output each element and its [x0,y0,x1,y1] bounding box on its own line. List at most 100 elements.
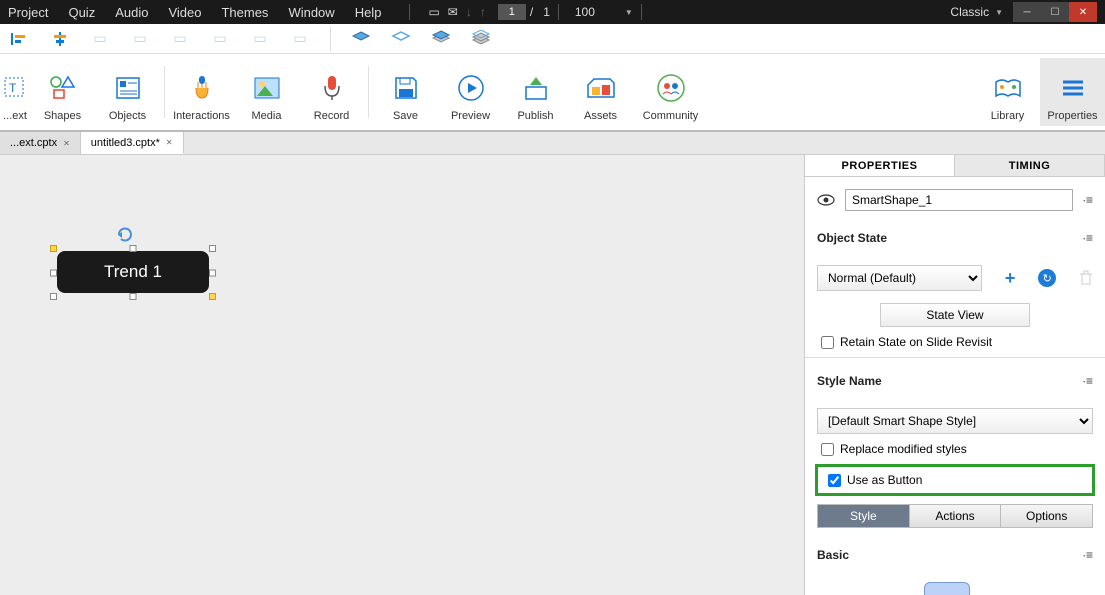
fill-swatch[interactable] [924,582,970,595]
menu-icon[interactable]: ∙≡ [1083,231,1093,245]
zoom-dropdown-icon[interactable]: ▼ [625,8,633,17]
shape-text[interactable]: Trend 1 [57,251,209,293]
resize-handle-bl[interactable] [50,293,57,300]
object-state-label: Object State [817,231,887,245]
tab-actions[interactable]: Actions [910,505,1002,527]
close-icon[interactable]: ✕ [63,139,70,148]
delete-state-icon[interactable] [1079,270,1093,286]
resize-handle-tm[interactable] [130,245,137,252]
distribute-v-icon[interactable]: ▭ [290,29,310,49]
page-current-input[interactable] [498,4,526,20]
retain-state-check[interactable]: Retain State on Slide Revisit [817,335,1093,349]
resize-handle-ml[interactable] [50,269,57,276]
align-middle-icon[interactable]: ▭ [170,29,190,49]
tab-label: untitled3.cptx* [91,137,160,149]
distribute-h-icon[interactable]: ▭ [250,29,270,49]
menu-icon[interactable]: ∙≡ [1083,548,1093,562]
library-tool[interactable]: Library [975,58,1040,126]
add-state-icon[interactable]: + [1005,268,1016,289]
align-center-h-icon[interactable] [50,29,70,49]
layer-back-icon[interactable] [471,29,491,49]
menu-audio[interactable]: Audio [115,5,148,20]
align-left-icon[interactable] [10,29,30,49]
document-tab[interactable]: untitled3.cptx* ✕ [81,132,184,154]
state-view-button[interactable]: State View [880,303,1030,327]
menu-help[interactable]: Help [355,5,382,20]
window-maximize[interactable]: ☐ [1041,2,1069,22]
layer-backward-icon[interactable] [431,29,451,49]
resize-handle-tl[interactable] [50,245,57,252]
replace-styles-label: Replace modified styles [840,442,967,456]
align-top-icon[interactable]: ▭ [130,29,150,49]
record-tool[interactable]: Record [299,58,364,126]
menu-icon[interactable]: ∙≡ [1083,374,1093,388]
close-icon[interactable]: ✕ [166,138,173,147]
use-as-button-checkbox[interactable] [828,474,841,487]
text-tool[interactable]: T ...ext [0,58,30,126]
arrow-up-icon[interactable]: ↑ [480,5,486,19]
preview-label: Preview [451,110,490,122]
layout-icon[interactable]: ▭ [428,5,439,19]
style-name-label: Style Name [817,374,882,388]
state-select[interactable]: Normal (Default) [817,265,982,291]
align-right-icon[interactable]: ▭ [90,29,110,49]
canvas[interactable]: Trend 1 [0,155,805,595]
workspace-selector[interactable]: Classic [950,5,989,19]
resize-handle-tr[interactable] [209,245,216,252]
record-label: Record [314,110,349,122]
mail-icon[interactable]: ✉ [448,5,458,19]
main-toolbar: T ...ext Shapes Objects Interactions Med… [0,54,1105,132]
shapes-tool[interactable]: Shapes [30,58,95,126]
visibility-icon[interactable] [817,194,835,206]
style-name-select[interactable]: [Default Smart Shape Style] [817,408,1093,434]
tab-options[interactable]: Options [1001,505,1092,527]
menu-themes[interactable]: Themes [221,5,268,20]
selected-shape[interactable]: Trend 1 [50,245,216,300]
menu-window[interactable]: Window [288,5,334,20]
menu-quiz[interactable]: Quiz [68,5,95,20]
tab-timing[interactable]: TIMING [955,155,1105,176]
menu-project[interactable]: Project [8,5,48,20]
menu-video[interactable]: Video [168,5,201,20]
use-as-button-check[interactable]: Use as Button [824,473,1086,487]
preview-tool[interactable]: Preview [438,58,503,126]
text-label: ...ext [3,110,27,122]
tab-properties[interactable]: PROPERTIES [805,155,955,176]
zoom-value[interactable]: 100 [575,5,595,19]
community-tool[interactable]: Community [633,58,708,126]
retain-state-checkbox[interactable] [821,336,834,349]
menubar: Project Quiz Audio Video Themes Window H… [0,0,1105,24]
replace-styles-check[interactable]: Replace modified styles [817,442,1093,456]
page-total: 1 [543,5,550,19]
retain-state-label: Retain State on Slide Revisit [840,335,992,349]
properties-label: Properties [1047,110,1097,122]
save-tool[interactable]: Save [373,58,438,126]
document-tab[interactable]: ...ext.cptx ✕ [0,132,81,154]
replace-styles-checkbox[interactable] [821,443,834,456]
window-minimize[interactable]: ─ [1013,2,1041,22]
object-name-input[interactable] [845,189,1073,211]
main-area: Trend 1 PROPERTIES TIMING [0,155,1105,595]
layer-forward-icon[interactable] [391,29,411,49]
media-tool[interactable]: Media [234,58,299,126]
layer-front-icon[interactable] [351,29,371,49]
assets-tool[interactable]: Assets [568,58,633,126]
workspace-dropdown-icon[interactable]: ▼ [995,8,1003,17]
align-toolbar: ▭ ▭ ▭ ▭ ▭ ▭ [0,24,1105,54]
publish-tool[interactable]: Publish [503,58,568,126]
arrow-down-icon[interactable]: ↓ [466,5,472,19]
assets-label: Assets [584,110,617,122]
resize-handle-br[interactable] [209,293,216,300]
interactions-tool[interactable]: Interactions [169,58,234,126]
align-bottom-icon[interactable]: ▭ [210,29,230,49]
rotate-handle[interactable] [115,225,135,245]
menu-icon[interactable]: ∙≡ [1083,193,1093,207]
window-close[interactable]: ✕ [1069,2,1097,22]
use-as-button-highlight: Use as Button [815,464,1095,496]
resize-handle-bm[interactable] [130,293,137,300]
properties-tool[interactable]: Properties [1040,58,1105,126]
resize-handle-mr[interactable] [209,269,216,276]
objects-tool[interactable]: Objects [95,58,160,126]
tab-style[interactable]: Style [818,505,910,527]
reset-state-icon[interactable]: ↻ [1038,269,1056,287]
